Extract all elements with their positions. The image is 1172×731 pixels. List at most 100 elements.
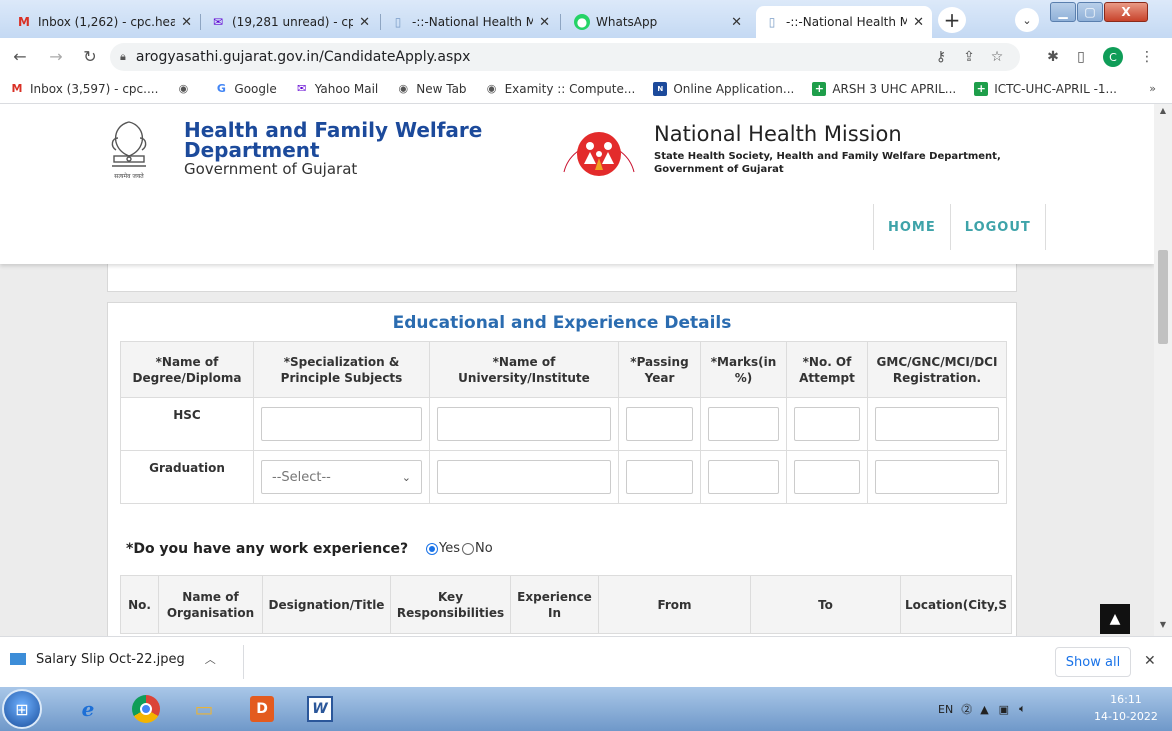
radio-yes[interactable] xyxy=(426,542,438,555)
bookmark-star-icon[interactable]: ☆ xyxy=(988,48,1006,66)
tab-yahoo-mail[interactable]: ✉ (19,281 unread) - cpc_ ✕ xyxy=(202,6,378,38)
file-explorer-icon[interactable]: ▭ xyxy=(176,690,232,728)
col-header: *Passing Year xyxy=(618,341,701,398)
hfw-subtitle: Government of Gujarat xyxy=(184,160,358,178)
hsc-specialization-input[interactable] xyxy=(261,407,422,441)
scroll-up-arrow-icon[interactable]: ▲ xyxy=(1154,106,1172,120)
globe-icon: ◉ xyxy=(486,82,497,95)
start-button[interactable]: ⊞ xyxy=(2,689,42,729)
site-header: सत्यमेव जयते Health and Family Welfare D… xyxy=(0,104,1154,264)
hsc-marks-input[interactable] xyxy=(708,407,779,441)
scrollbar-thumb[interactable] xyxy=(1158,250,1168,344)
close-window-button[interactable]: X xyxy=(1104,2,1148,22)
national-emblem-icon: सत्यमेव जयते xyxy=(111,121,147,180)
tab-nhm-active[interactable]: ▯ -::-National Health Mi ✕ xyxy=(756,6,932,38)
bookmarks-overflow-button[interactable]: » xyxy=(1149,82,1156,95)
nav-home-link[interactable]: HOME xyxy=(874,204,951,250)
side-panel-icon[interactable]: ▯ xyxy=(1072,48,1090,66)
close-icon[interactable]: ✕ xyxy=(913,15,924,30)
graduation-registration-input[interactable] xyxy=(875,460,999,494)
close-icon[interactable]: ✕ xyxy=(181,15,192,30)
tray-overflow-icon[interactable]: ▲ xyxy=(980,703,988,716)
media-player-icon[interactable]: D xyxy=(234,690,290,728)
col-header: GMC/GNC/MCI/DCI Registration. xyxy=(867,341,1007,398)
bookmark-gmail[interactable]: M Inbox (3,597) - cpc.... xyxy=(10,82,159,96)
graduation-attempt-input[interactable] xyxy=(794,460,860,494)
bookmark-examity[interactable]: ◉ Examity :: Compute... xyxy=(485,82,636,96)
scroll-down-arrow-icon[interactable]: ▼ xyxy=(1154,620,1172,634)
maximize-button[interactable]: ▢ xyxy=(1077,2,1103,22)
scroll-to-top-button[interactable]: ▲ xyxy=(1100,604,1130,634)
tab-search-button[interactable]: ⌄ xyxy=(1015,8,1039,32)
google-icon: G xyxy=(216,82,226,95)
table-header-row: No. Name of Organisation Designation/Tit… xyxy=(120,575,1012,634)
graduation-specialization-select[interactable]: --Select-- ⌄ xyxy=(261,460,422,494)
internet-explorer-icon[interactable]: e xyxy=(60,690,116,728)
share-icon[interactable]: ⇪ xyxy=(960,48,978,66)
page-scrollbar[interactable]: ▲ ▼ xyxy=(1154,104,1172,636)
table-row: HSC xyxy=(120,397,1007,451)
hsc-registration-input[interactable] xyxy=(875,407,999,441)
help-icon[interactable]: ⓶ xyxy=(961,701,972,717)
hsc-attempt-input[interactable] xyxy=(794,407,860,441)
globe-icon: ◉ xyxy=(178,82,189,95)
new-tab-button[interactable]: + xyxy=(938,7,966,33)
download-filename: Salary Slip Oct-22.jpeg xyxy=(36,651,185,667)
bookmark-ictc[interactable]: + ICTC-UHC-APRIL -1... xyxy=(974,81,1117,96)
tab-label: Inbox (1,262) - cpc.hea xyxy=(38,15,176,29)
chevron-up-icon[interactable]: ︿ xyxy=(205,651,216,667)
tab-label: -::-National Health Mi xyxy=(786,15,908,29)
work-experience-question: *Do you have any work experience? xyxy=(126,541,409,557)
graduation-university-input[interactable] xyxy=(437,460,611,494)
work-experience-table: No. Name of Organisation Designation/Tit… xyxy=(120,575,1012,634)
close-icon[interactable]: ✕ xyxy=(539,15,550,30)
volume-icon[interactable]: 🔈︎ xyxy=(1019,702,1026,716)
chrome-icon[interactable] xyxy=(118,690,174,728)
page-viewport: सत्यमेव जयते Health and Family Welfare D… xyxy=(0,104,1154,636)
hsc-university-input[interactable] xyxy=(437,407,611,441)
nav-logout-link[interactable]: LOGOUT xyxy=(951,204,1046,250)
plus-green-icon: + xyxy=(974,81,989,96)
col-header: No. xyxy=(120,575,159,634)
close-icon[interactable]: ✕ xyxy=(731,15,742,30)
page-icon: ▯ xyxy=(394,15,402,29)
tab-gmail-inbox[interactable]: M Inbox (1,262) - cpc.hea ✕ xyxy=(8,6,200,38)
minimize-button[interactable]: ▁ xyxy=(1050,2,1076,22)
language-indicator[interactable]: EN xyxy=(938,703,953,716)
browser-toolbar: ← → ↻ 🔒︎ arogyasathi.gujarat.gov.in/Cand… xyxy=(0,38,1172,74)
bookmark-globe[interactable]: ◉ xyxy=(176,82,196,96)
col-header: *Marks(in %) xyxy=(700,341,787,398)
back-button[interactable]: ← xyxy=(10,46,30,66)
reload-button[interactable]: ↻ xyxy=(80,46,100,66)
bookmark-online-application[interactable]: N Online Application... xyxy=(653,81,794,96)
bookmark-arsh[interactable]: + ARSH 3 UHC APRIL... xyxy=(812,81,956,96)
graduation-passing-year-input[interactable] xyxy=(626,460,693,494)
close-icon[interactable]: ✕ xyxy=(1144,653,1156,669)
graduation-marks-input[interactable] xyxy=(708,460,779,494)
close-icon[interactable]: ✕ xyxy=(359,15,370,30)
tab-whatsapp[interactable]: ● WhatsApp ✕ xyxy=(566,6,750,38)
windows-logo-icon: ⊞ xyxy=(15,699,29,719)
menu-kebab-icon[interactable]: ⋮ xyxy=(1138,48,1156,66)
radio-yes-label: Yes xyxy=(439,541,460,556)
extensions-icon[interactable]: ✱ xyxy=(1044,48,1062,66)
tab-nhm-1[interactable]: ▯ -::-National Health Mi ✕ xyxy=(382,6,558,38)
bookmark-google[interactable]: G Google xyxy=(214,82,277,96)
bookmark-new-tab[interactable]: ◉ New Tab xyxy=(396,82,466,96)
radio-no[interactable] xyxy=(462,542,474,555)
address-bar[interactable]: 🔒︎ arogyasathi.gujarat.gov.in/CandidateA… xyxy=(110,43,1020,71)
show-all-button[interactable]: Show all xyxy=(1055,647,1131,677)
download-item[interactable]: Salary Slip Oct-22.jpeg ︿ xyxy=(10,651,216,667)
forward-button[interactable]: → xyxy=(46,46,66,66)
word-icon[interactable]: W xyxy=(292,690,348,728)
col-header: Experience In xyxy=(510,575,599,634)
bookmark-yahoo-mail[interactable]: ✉ Yahoo Mail xyxy=(295,82,378,96)
key-icon[interactable]: ⚷ xyxy=(932,48,950,66)
section-title: Educational and Experience Details xyxy=(392,313,732,333)
tab-label: -::-National Health Mi xyxy=(412,15,534,29)
hsc-passing-year-input[interactable] xyxy=(626,407,693,441)
profile-avatar[interactable]: C xyxy=(1103,47,1123,67)
tab-label: WhatsApp xyxy=(596,15,658,29)
network-icon[interactable]: ▣ xyxy=(999,703,1009,716)
system-clock[interactable]: 16:11 14-10-2022 xyxy=(1094,691,1158,725)
